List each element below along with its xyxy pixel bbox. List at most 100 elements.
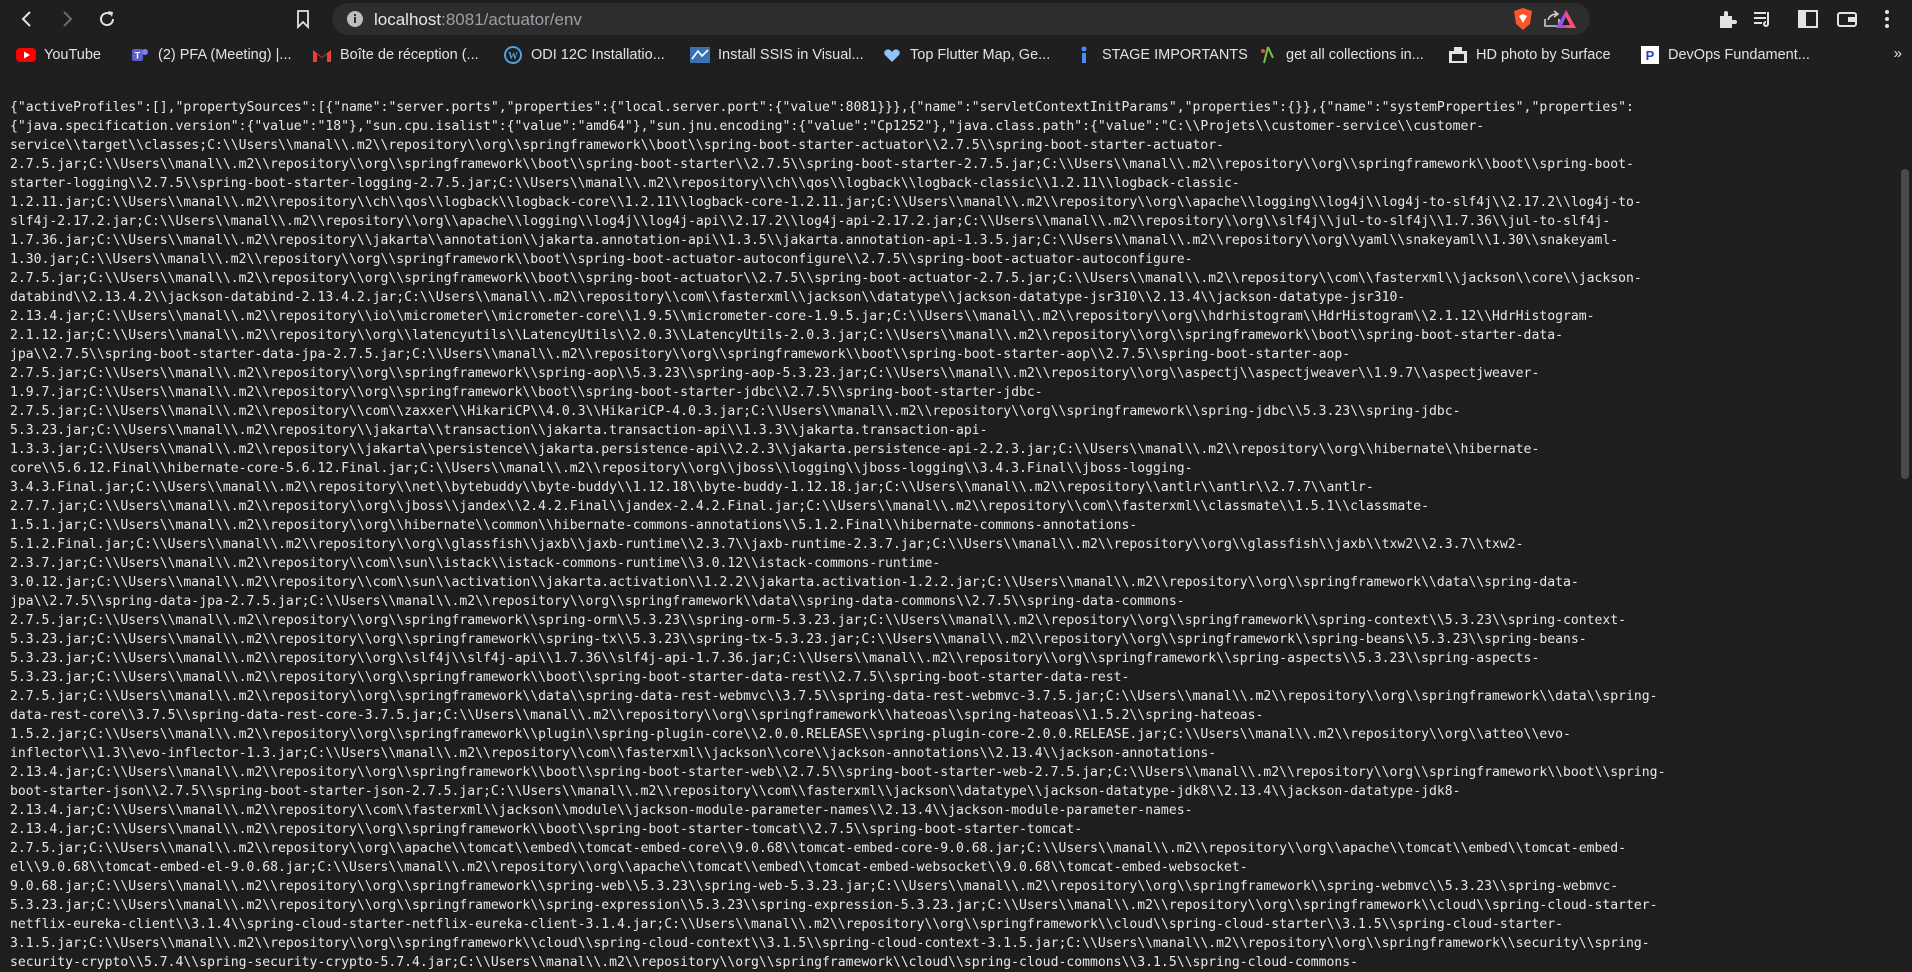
bookmark-odi[interactable]: W ODI 12C Installatio...	[503, 45, 665, 65]
bookmark-label: Install SSIS in Visual...	[718, 47, 864, 63]
collections-icon	[1258, 46, 1278, 64]
arrow-right-icon	[63, 11, 73, 27]
bookmark-youtube[interactable]: YouTube	[16, 45, 101, 65]
json-line: 2.7.5.jar;C:\\Users\\manal\\.m2\\reposit…	[10, 366, 1540, 381]
json-line: {"activeProfiles":[],"propertySources":[…	[10, 100, 1634, 115]
wordpress-icon: W	[503, 46, 523, 64]
bookmark-label: HD photo by Surface	[1476, 47, 1611, 63]
bookmark-pfa-meeting[interactable]: T (2) PFA (Meeting) |...	[130, 45, 292, 65]
json-line: core\\5.6.12.Final\\hibernate-core-5.6.1…	[10, 461, 1193, 476]
brave-shields-icon[interactable]	[1512, 7, 1534, 31]
youtube-icon	[16, 46, 36, 64]
json-line: 5.1.2.Final.jar;C:\\Users\\manal\\.m2\\r…	[10, 537, 1524, 552]
bookmark-stage[interactable]: STAGE IMPORTANTS	[1074, 45, 1248, 65]
json-line: boot-starter-json\\2.7.5\\spring-boot-st…	[10, 784, 1461, 799]
json-line: 2.3.7.jar;C:\\Users\\manal\\.m2\\reposit…	[10, 556, 941, 571]
json-line: 2.7.7.jar;C:\\Users\\manal\\.m2\\reposit…	[10, 499, 1429, 514]
json-line: 1.30.jar;C:\\Users\\manal\\.m2\\reposito…	[10, 252, 1193, 267]
bookmark-hd-photo[interactable]: HD photo by Surface	[1448, 45, 1611, 65]
bookmark-gmail[interactable]: Boîte de réception (...	[312, 45, 479, 65]
address-bar[interactable]: localhost:8081/actuator/env	[332, 3, 1590, 35]
vertical-scrollbar[interactable]	[1898, 73, 1912, 972]
bookmark-label: STAGE IMPORTANTS	[1102, 47, 1248, 63]
sidebar-icon[interactable]	[1797, 8, 1819, 30]
scrollbar-thumb[interactable]	[1901, 169, 1909, 479]
forward-button[interactable]	[54, 6, 80, 32]
json-line: 2.13.4.jar;C:\\Users\\manal\\.m2\\reposi…	[10, 803, 1193, 818]
photo-icon	[1448, 46, 1468, 64]
page-content: {"activeProfiles":[],"propertySources":[…	[0, 73, 1912, 972]
json-line: 1.9.7.jar;C:\\Users\\manal\\.m2\\reposit…	[10, 385, 1043, 400]
json-line: 2.7.5.jar;C:\\Users\\manal\\.m2\\reposit…	[10, 404, 1461, 419]
reload-button[interactable]	[94, 6, 120, 32]
ssis-icon	[690, 46, 710, 64]
json-line: security-crypto\\5.7.4\\spring-security-…	[10, 955, 1359, 970]
json-line: 2.13.4.jar;C:\\Users\\manal\\.m2\\reposi…	[10, 822, 1083, 837]
json-line: 2.1.12.jar;C:\\Users\\manal\\.m2\\reposi…	[10, 328, 1563, 343]
arrow-left-icon	[21, 11, 31, 27]
json-line: 2.7.5.jar;C:\\Users\\manal\\.m2\\reposit…	[10, 613, 1627, 628]
json-line: 5.3.23.jar;C:\\Users\\manal\\.m2\\reposi…	[10, 651, 1540, 666]
bookmark-label: get all collections in...	[1286, 47, 1424, 63]
json-line: slf4j-2.17.2.jar;C:\\Users\\manal\\.m2\\…	[10, 214, 1611, 229]
json-line: 5.3.23.jar;C:\\Users\\manal\\.m2\\reposi…	[10, 898, 1658, 913]
json-line: 3.1.5.jar;C:\\Users\\manal\\.m2\\reposit…	[10, 936, 1650, 951]
brave-rewards-icon[interactable]	[1554, 8, 1578, 30]
bookmark-flutter-map[interactable]: Top Flutter Map, Ge...	[882, 45, 1050, 65]
bookmark-label: (2) PFA (Meeting) |...	[158, 47, 292, 63]
json-line: 9.0.68.jar;C:\\Users\\manal\\.m2\\reposi…	[10, 879, 1619, 894]
json-line: 1.7.36.jar;C:\\Users\\manal\\.m2\\reposi…	[10, 233, 1619, 248]
bookmark-label: DevOps Fundament...	[1668, 47, 1810, 63]
bookmark-label: YouTube	[44, 47, 101, 63]
bookmarks-bar: YouTube T (2) PFA (Meeting) |... Boîte d…	[0, 37, 1912, 74]
bookmark-collections[interactable]: get all collections in...	[1258, 45, 1424, 65]
json-line: data-rest-core\\3.7.5\\spring-data-rest-…	[10, 708, 1264, 723]
json-line: netflix-eureka-client\\3.1.4\\spring-clo…	[10, 917, 1563, 932]
json-line: 2.7.5.jar;C:\\Users\\manal\\.m2\\reposit…	[10, 157, 1634, 172]
json-line: 1.2.11.jar;C:\\Users\\manal\\.m2\\reposi…	[10, 195, 1642, 210]
json-line: service\\target\\classes;C:\\Users\\mana…	[10, 138, 1224, 153]
browser-toolbar: localhost:8081/actuator/env	[0, 0, 1912, 37]
json-line: 2.7.5.jar;C:\\Users\\manal\\.m2\\reposit…	[10, 271, 1642, 286]
url-port-path: :8081/actuator/env	[441, 10, 582, 29]
bookmark-label: Boîte de réception (...	[340, 47, 479, 63]
gmail-icon	[312, 46, 332, 64]
info-icon	[347, 11, 363, 27]
json-line: {"java.specification.version":{"value":"…	[10, 119, 1485, 134]
json-line: jpa\\2.7.5\\spring-boot-starter-data-jpa…	[10, 347, 1351, 362]
teams-icon: T	[130, 46, 150, 64]
json-line: databind\\2.13.4.2\\jackson-databind-2.1…	[10, 290, 1406, 305]
bookmark-page-button[interactable]	[290, 6, 316, 32]
json-line: inflector\\1.3\\evo-inflector-1.3.jar;C:…	[10, 746, 1217, 761]
json-line: 5.3.23.jar;C:\\Users\\manal\\.m2\\reposi…	[10, 423, 988, 438]
menu-icon[interactable]	[1882, 8, 1892, 30]
svg-text:W: W	[508, 51, 518, 62]
json-line: 5.3.23.jar;C:\\Users\\manal\\.m2\\reposi…	[10, 670, 1130, 685]
url-host: localhost	[374, 10, 442, 29]
url-text: localhost:8081/actuator/env	[374, 10, 582, 30]
reload-icon	[100, 11, 115, 27]
json-line: 1.5.2.jar;C:\\Users\\manal\\.m2\\reposit…	[10, 727, 1571, 742]
json-line: 2.7.5.jar;C:\\Users\\manal\\.m2\\reposit…	[10, 841, 1627, 856]
back-button[interactable]	[14, 6, 40, 32]
stage-icon	[1074, 46, 1094, 64]
json-line: jpa\\2.7.5\\spring-data-jpa-2.7.5.jar;C:…	[10, 594, 1185, 609]
bookmark-icon	[297, 10, 309, 29]
svg-text:P: P	[1646, 48, 1655, 63]
json-line: 1.3.3.jar;C:\\Users\\manal\\.m2\\reposit…	[10, 442, 1540, 457]
pluralsight-icon: P	[1640, 46, 1660, 64]
json-line: 3.0.12.jar;C:\\Users\\manal\\.m2\\reposi…	[10, 575, 1579, 590]
bookmark-ssis[interactable]: Install SSIS in Visual...	[690, 45, 864, 65]
json-line: 2.7.5.jar;C:\\Users\\manal\\.m2\\reposit…	[10, 689, 1658, 704]
json-line: 5.3.23.jar;C:\\Users\\manal\\.m2\\reposi…	[10, 632, 1587, 647]
wallet-icon[interactable]	[1836, 8, 1858, 30]
bookmarks-overflow-button[interactable]: »	[1894, 45, 1902, 62]
json-line: 2.13.4.jar;C:\\Users\\manal\\.m2\\reposi…	[10, 309, 1595, 324]
bookmark-devops[interactable]: P DevOps Fundament...	[1640, 45, 1810, 65]
json-line: 1.5.1.jar;C:\\Users\\manal\\.m2\\reposit…	[10, 518, 1138, 533]
flutter-icon	[882, 46, 902, 64]
extensions-icon[interactable]	[1716, 8, 1738, 30]
svg-text:T: T	[135, 51, 141, 61]
media-queue-icon[interactable]	[1752, 8, 1774, 30]
bookmark-label: Top Flutter Map, Ge...	[910, 47, 1051, 63]
